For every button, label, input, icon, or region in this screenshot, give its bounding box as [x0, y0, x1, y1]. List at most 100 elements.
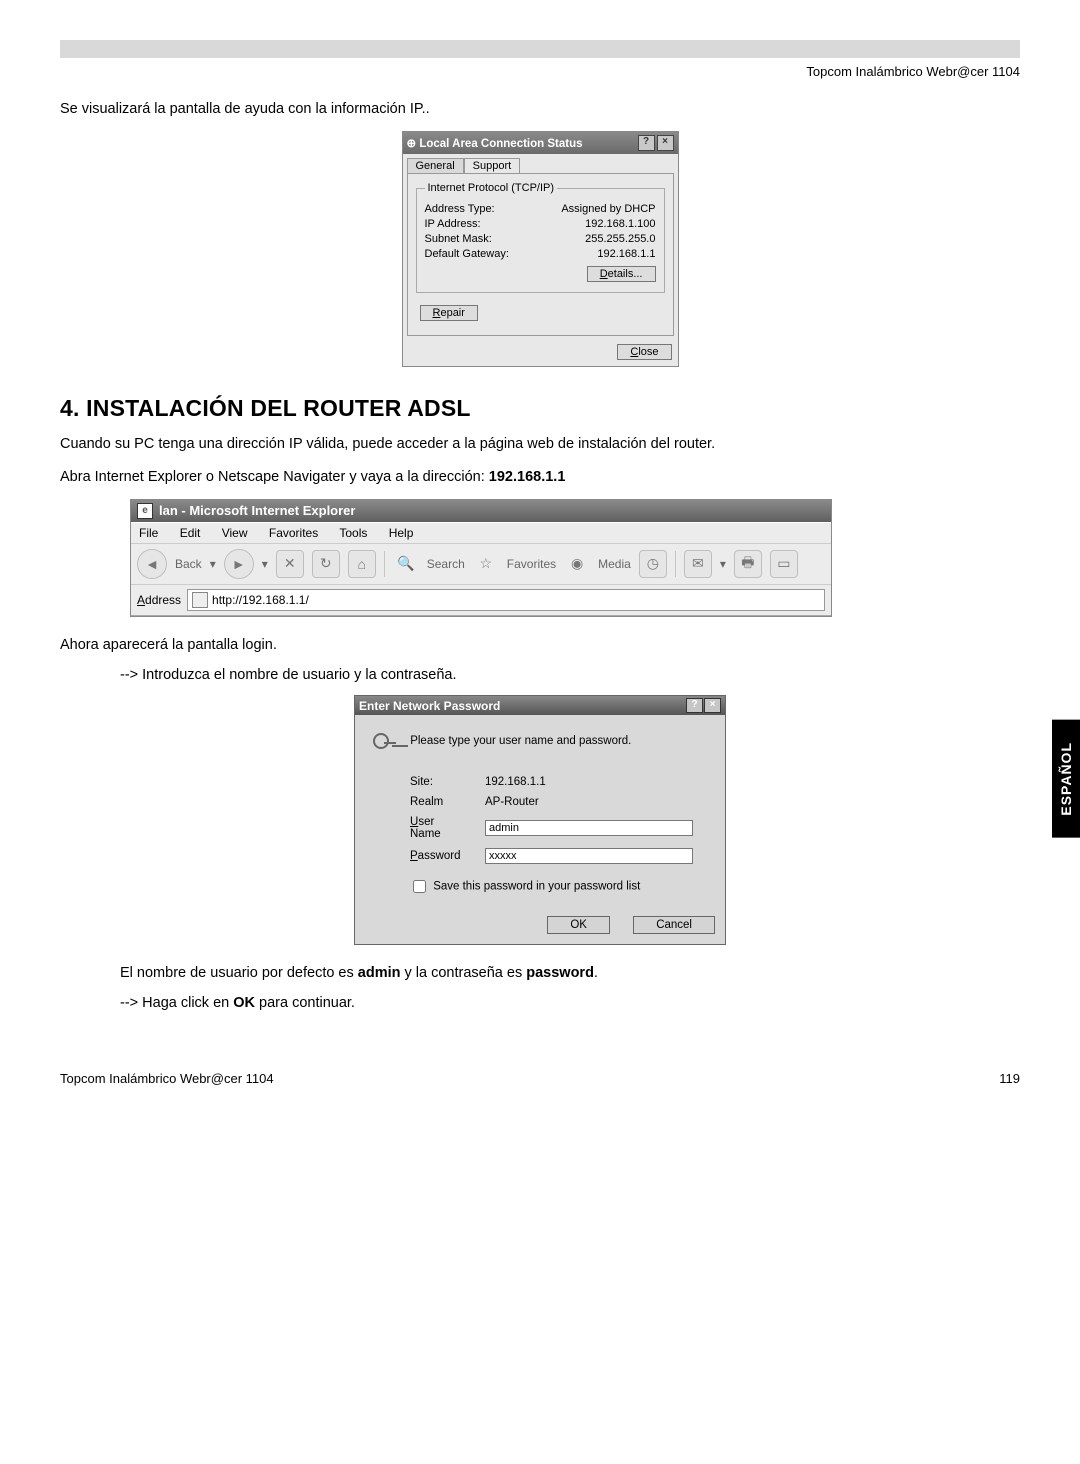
home-icon[interactable]: ⌂ — [348, 550, 376, 578]
realm-value: AP-Router — [484, 795, 711, 809]
user-input[interactable] — [485, 820, 693, 836]
para4-post: . — [594, 965, 598, 981]
favorites-icon[interactable]: ☆ — [473, 551, 499, 577]
pass-input[interactable] — [485, 848, 693, 864]
refresh-icon[interactable]: ↻ — [312, 550, 340, 578]
page-icon — [192, 592, 208, 608]
ie-title: lan - Microsoft Internet Explorer — [159, 503, 355, 518]
back-icon[interactable]: ◄ — [137, 549, 167, 579]
status-dialog-title: Local Area Connection Status — [419, 138, 582, 150]
addr-type-value: Assigned by DHCP — [561, 203, 655, 215]
history-icon[interactable]: ◷ — [639, 550, 667, 578]
details-button[interactable]: Details... — [587, 266, 656, 282]
search-label[interactable]: Search — [427, 557, 465, 571]
para4-b2: password — [526, 965, 594, 981]
status-dialog: ⊕ Local Area Connection Status ? × Gener… — [402, 131, 679, 367]
stop-icon[interactable]: ✕ — [276, 550, 304, 578]
save-password-label: Save this password in your password list — [433, 881, 640, 893]
url-text: http://192.168.1.1/ — [212, 593, 309, 607]
gw-label: Default Gateway: — [425, 248, 509, 260]
key-icon — [369, 729, 399, 759]
repair-button[interactable]: Repair — [420, 305, 478, 321]
pwdlg-close-icon[interactable]: × — [704, 698, 721, 713]
para2: Abra Internet Explorer o Netscape Naviga… — [60, 467, 1020, 487]
mask-value: 255.255.255.0 — [585, 233, 655, 245]
intro-text: Se visualizará la pantalla de ayuda con … — [60, 99, 1020, 119]
addr-type-label: Address Type: — [425, 203, 495, 215]
help-icon[interactable]: ? — [638, 135, 655, 151]
tab-support[interactable]: Support — [464, 158, 521, 173]
bullet1: Introduzca el nombre de usuario y la con… — [120, 667, 1020, 683]
address-label: Address — [137, 593, 181, 607]
status-panel: Internet Protocol (TCP/IP) Address Type:… — [407, 173, 674, 336]
site-label: Site: — [409, 775, 484, 789]
realm-label: Realm — [409, 795, 484, 809]
para1: Cuando su PC tenga una dirección IP váli… — [60, 434, 1020, 454]
para2-bold: 192.168.1.1 — [489, 469, 566, 485]
menu-tools[interactable]: Tools — [339, 526, 367, 540]
bullet2-post: para continuar. — [255, 995, 355, 1011]
cancel-button[interactable]: Cancel — [633, 916, 715, 934]
gw-value: 192.168.1.1 — [597, 248, 655, 260]
page-number: 119 — [999, 1071, 1020, 1086]
mail-dropdown-icon[interactable]: ▾ — [720, 557, 726, 571]
pass-label: Password — [409, 847, 484, 865]
ok-button[interactable]: OK — [547, 916, 610, 934]
menu-file[interactable]: File — [139, 526, 158, 540]
bullet2-pre: Haga click en — [142, 995, 233, 1011]
para3: Ahora aparecerá la pantalla login. — [60, 635, 1020, 655]
print-icon[interactable]: 🖶 — [734, 550, 762, 578]
menu-view[interactable]: View — [222, 526, 248, 540]
back-label[interactable]: Back — [175, 557, 202, 571]
forward-icon[interactable]: ► — [224, 549, 254, 579]
pwdlg-titlebar: Enter Network Password ? × — [355, 696, 725, 715]
search-icon[interactable]: 🔍 — [393, 551, 419, 577]
menu-favorites[interactable]: Favorites — [269, 526, 318, 540]
ip-value: 192.168.1.100 — [585, 218, 655, 230]
language-tab: ESPAÑOL — [1052, 720, 1080, 838]
ie-window: e lan - Microsoft Internet Explorer File… — [130, 499, 832, 617]
tcpip-group: Internet Protocol (TCP/IP) Address Type:… — [416, 182, 665, 293]
header-grey-bar — [60, 40, 1020, 58]
para4-b1: admin — [358, 965, 401, 981]
password-dialog: Enter Network Password ? × Please type y… — [354, 695, 726, 945]
save-password-checkbox[interactable] — [413, 880, 426, 893]
pwdlg-title: Enter Network Password — [359, 699, 500, 713]
bullet2-bold: OK — [233, 995, 255, 1011]
bullet2: Haga click en OK para continuar. — [120, 995, 1020, 1011]
ie-menubar: File Edit View Favorites Tools Help — [131, 522, 831, 543]
forward-dropdown-icon[interactable]: ▾ — [262, 557, 268, 571]
tcpip-group-label: Internet Protocol (TCP/IP) — [425, 182, 558, 194]
para4: El nombre de usuario por defecto es admi… — [120, 963, 1020, 983]
menu-help[interactable]: Help — [389, 526, 414, 540]
back-dropdown-icon[interactable]: ▾ — [210, 557, 216, 571]
mask-label: Subnet Mask: — [425, 233, 492, 245]
footer-product: Topcom Inalámbrico Webr@cer 1104 — [60, 1071, 274, 1086]
para2-pre: Abra Internet Explorer o Netscape Naviga… — [60, 469, 489, 485]
ie-logo-icon: e — [137, 503, 153, 519]
menu-edit[interactable]: Edit — [180, 526, 201, 540]
pwdlg-msg: Please type your user name and password. — [410, 735, 631, 747]
ip-label: IP Address: — [425, 218, 481, 230]
url-box[interactable]: http://192.168.1.1/ — [187, 589, 825, 611]
close-button[interactable]: Close — [617, 344, 671, 360]
para4-pre: El nombre de usuario por defecto es — [120, 965, 358, 981]
site-value: 192.168.1.1 — [484, 775, 711, 789]
mail-icon[interactable]: ✉ — [684, 550, 712, 578]
ie-addressbar: Address http://192.168.1.1/ — [131, 584, 831, 616]
media-label[interactable]: Media — [598, 557, 631, 571]
edit-icon[interactable]: ▭ — [770, 550, 798, 578]
ie-titlebar: e lan - Microsoft Internet Explorer — [131, 500, 831, 522]
section-title: 4. INSTALACIÓN DEL ROUTER ADSL — [60, 395, 1020, 422]
favorites-label[interactable]: Favorites — [507, 557, 556, 571]
user-label: User Name — [409, 815, 484, 841]
tab-general[interactable]: General — [407, 158, 464, 173]
header-product: Topcom Inalámbrico Webr@cer 1104 — [60, 64, 1020, 79]
pwdlg-help-icon[interactable]: ? — [686, 698, 703, 713]
titlebar-icon: ⊕ — [407, 138, 420, 150]
media-icon[interactable]: ◉ — [564, 551, 590, 577]
ie-toolbar: ◄ Back▾ ►▾ ✕ ↻ ⌂ 🔍 Search ☆ Favorites ◉ … — [131, 543, 831, 584]
status-dialog-titlebar: ⊕ Local Area Connection Status ? × — [403, 132, 678, 154]
close-icon[interactable]: × — [657, 135, 674, 151]
para4-mid: y la contraseña es — [400, 965, 526, 981]
